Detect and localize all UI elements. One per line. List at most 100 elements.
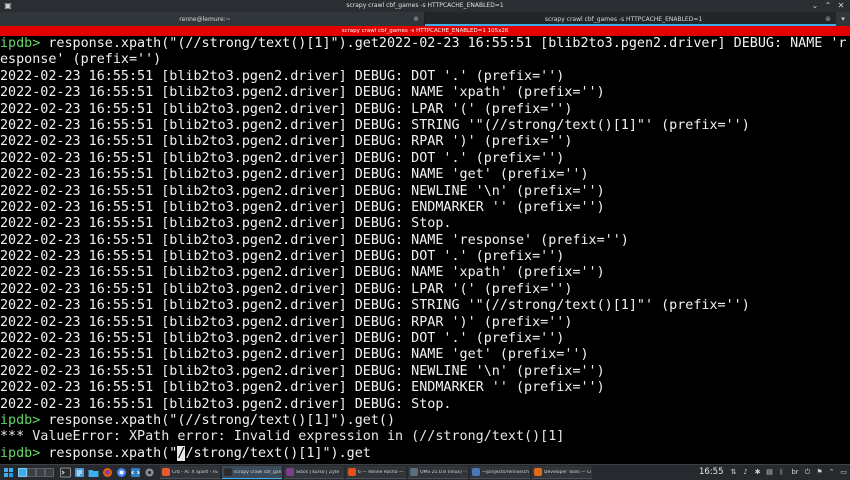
clipboard-icon[interactable]: ▤ [765, 468, 774, 477]
notifications-icon[interactable]: ⚑ [815, 468, 824, 477]
log-text: 2022-02-23 16:55:51 [blib2to3.pgen2.driv… [0, 150, 565, 166]
error-text: *** ValueError: XPath error: Invalid exp… [0, 429, 565, 445]
log-text: 2022-02-23 16:55:51 [blib2to3.pgen2.driv… [0, 232, 629, 248]
text-editor-icon[interactable] [74, 467, 85, 478]
terminal-line: 2022-02-23 16:55:51 [blib2to3.pgen2.driv… [0, 298, 850, 314]
task-label: Crb - Al. X Sport - FE - SE... [172, 470, 219, 475]
log-text: 2022-02-23 16:55:51 [blib2to3.pgen2.driv… [0, 281, 573, 297]
terminal-line: 2022-02-23 16:55:51 [blib2to3.pgen2.driv… [0, 315, 850, 331]
taskbar-task[interactable]: Crb - Al. X Sport - FE - SE... [160, 466, 220, 479]
terminal-status-bar: scrapy crawl cbf_games -s HTTPCACHE_ENAB… [0, 26, 850, 36]
task-app-icon [286, 468, 294, 476]
prompt-label: ipdb> [0, 445, 41, 461]
task-app-icon [410, 468, 418, 476]
window-titlebar: ▣ scrapy crawl cbf_games -s HTTPCACHE_EN… [0, 0, 850, 12]
task-app-icon [224, 468, 232, 476]
network-icon[interactable]: ⇅ [729, 468, 738, 477]
log-text: 2022-02-23 16:55:51 [blib2to3.pgen2.driv… [0, 85, 605, 101]
log-text: 2022-02-23 16:55:51 [blib2to3.pgen2.driv… [0, 68, 565, 84]
window-title: scrapy crawl cbf_games -s HTTPCACHE_ENAB… [346, 2, 504, 9]
log-text: 2022-02-23 16:55:51 [blib2to3.pgen2.driv… [0, 396, 452, 412]
code-editor-icon[interactable] [130, 467, 141, 478]
terminal-line: 2022-02-23 16:55:51 [blib2to3.pgen2.driv… [0, 282, 850, 298]
tab-close-icon[interactable]: ⊗ [825, 15, 831, 23]
command-text: response.xpath("(//strong/text()[1]").ge… [40, 36, 847, 51]
terminal-line: 2022-02-23 16:55:51 [blib2to3.pgen2.driv… [0, 265, 850, 281]
terminal-output[interactable]: ipdb> response.xpath("(//strong/text()[1… [0, 36, 850, 464]
log-text: 2022-02-23 16:55:51 [blib2to3.pgen2.driv… [0, 363, 605, 379]
tab-menu-icon[interactable]: ▾ [838, 14, 848, 24]
terminal-line: 2022-02-23 16:55:51 [blib2to3.pgen2.driv… [0, 380, 850, 396]
close-icon[interactable]: ✕ [836, 1, 846, 11]
terminal-line: 2022-02-23 16:55:51 [blib2to3.pgen2.driv… [0, 85, 850, 101]
minimize-icon[interactable]: ⌄ [810, 1, 820, 11]
task-label: scrapy crawl cbf_games -... [234, 470, 281, 475]
terminal-line: 2022-02-23 16:55:51 [blib2to3.pgen2.driv… [0, 331, 850, 347]
task-label: Slack | kurso | Zyte [296, 470, 340, 475]
log-text: 2022-02-23 16:55:51 [blib2to3.pgen2.driv… [0, 331, 565, 347]
terminal-status-text: scrapy crawl cbf_games -s HTTPCACHE_ENAB… [341, 28, 509, 34]
terminal-line: 2022-02-23 16:55:51 [blib2to3.pgen2.driv… [0, 200, 850, 216]
log-text: 2022-02-23 16:55:51 [blib2to3.pgen2.driv… [0, 249, 565, 265]
taskbar: Crb - Al. X Sport - FE - SE... scrapy cra… [0, 464, 850, 480]
log-text: 2022-02-23 16:55:51 [blib2to3.pgen2.driv… [0, 347, 589, 363]
keyboard-layout-indicator[interactable]: br [789, 468, 801, 477]
terminal-line: 2022-02-23 16:55:51 [blib2to3.pgen2.driv… [0, 397, 850, 413]
prompt-label: ipdb> [0, 412, 41, 428]
log-text: 2022-02-23 16:55:51 [blib2to3.pgen2.driv… [0, 101, 573, 117]
maximize-icon[interactable]: ⌃ [823, 1, 833, 11]
terminal-icon[interactable] [60, 467, 71, 478]
desktop-pager-icon[interactable] [18, 467, 56, 478]
terminal-input-line[interactable]: ipdb> response.xpath("//strong/text()[1]… [0, 445, 850, 462]
terminal-line: ipdb> response.xpath("(//strong/text()[1… [0, 413, 850, 429]
taskbar-task[interactable]: OMS 25.0.8 (linux) - Profil... [408, 466, 468, 479]
settings-icon[interactable] [144, 467, 155, 478]
slack-tray-icon[interactable]: ✱ [753, 468, 762, 477]
log-text: esponse' (prefix='') [0, 52, 162, 68]
terminal-line: 2022-02-23 16:55:51 [blib2to3.pgen2.driv… [0, 184, 850, 200]
tab-close-icon[interactable]: ⊗ [413, 15, 419, 23]
terminal-line: 2022-02-23 16:55:51 [blib2to3.pgen2.driv… [0, 216, 850, 232]
log-text: 2022-02-23 16:55:51 [blib2to3.pgen2.driv… [0, 134, 573, 150]
terminal-line: 2022-02-23 16:55:51 [blib2to3.pgen2.driv… [0, 347, 850, 363]
taskbar-task[interactable]: Slack | kurso | Zyte [284, 466, 344, 479]
tab-label: renne@lemure:~ [179, 16, 231, 23]
show-desktop-icon[interactable]: ▭ [839, 468, 848, 477]
tab-home-shell[interactable]: renne@lemure:~ ⊗ [0, 12, 425, 26]
chromium-icon[interactable] [116, 467, 127, 478]
browser-icon[interactable] [102, 467, 113, 478]
log-text: 2022-02-23 16:55:51 [blib2to3.pgen2.driv… [0, 265, 605, 281]
terminal-line: ipdb> response.xpath("(//strong/text()[1… [0, 36, 850, 52]
task-app-icon [348, 468, 356, 476]
tab-scrapy-crawl[interactable]: scrapy crawl cbf_games -s HTTPCACHE_ENAB… [425, 12, 836, 26]
task-label: OMS 25.0.8 (linux) - Profil... [420, 470, 467, 475]
input-after-cursor: /strong/text()[1]").get [185, 445, 371, 461]
terminal-line: 2022-02-23 16:55:51 [blib2to3.pgen2.driv… [0, 102, 850, 118]
taskbar-task[interactable]: scrapy crawl cbf_games -... [222, 466, 282, 479]
volume-icon[interactable]: ♪ [741, 468, 750, 477]
terminal-line: 2022-02-23 16:55:51 [blib2to3.pgen2.driv… [0, 134, 850, 150]
terminal-line: 2022-02-23 16:55:51 [blib2to3.pgen2.driv… [0, 167, 850, 183]
log-text: 2022-02-23 16:55:51 [blib2to3.pgen2.driv… [0, 314, 573, 330]
bluetooth-icon[interactable]: ᛒ [777, 468, 786, 477]
terminal-line: 2022-02-23 16:55:51 [blib2to3.pgen2.driv… [0, 151, 850, 167]
app-launcher-icon[interactable] [3, 467, 14, 478]
folder-icon[interactable] [88, 467, 99, 478]
log-text: 2022-02-23 16:55:51 [blib2to3.pgen2.driv… [0, 117, 750, 133]
log-text: 2022-02-23 16:55:51 [blib2to3.pgen2.driv… [0, 380, 605, 396]
power-icon[interactable]: ⏻ [803, 468, 812, 477]
task-app-icon [472, 468, 480, 476]
terminal-line: 2022-02-23 16:55:51 [blib2to3.pgen2.driv… [0, 118, 850, 134]
clock[interactable]: 16:55 [699, 467, 724, 477]
tab-label: scrapy crawl cbf_games -s HTTPCACHE_ENAB… [544, 16, 703, 23]
task-app-icon [534, 468, 542, 476]
log-text: 2022-02-23 16:55:51 [blib2to3.pgen2.driv… [0, 298, 750, 314]
taskbar-task[interactable]: ~/projects/renne/scha/s... [470, 466, 530, 479]
taskbar-task[interactable]: 6 — Renne Rocha — Mo... [346, 466, 406, 479]
log-text: 2022-02-23 16:55:51 [blib2to3.pgen2.driv… [0, 183, 605, 199]
taskbar-task[interactable]: Developer Tools — Crb... [532, 466, 592, 479]
log-text: 2022-02-23 16:55:51 [blib2to3.pgen2.driv… [0, 216, 452, 232]
terminal-lines: ipdb> response.xpath("(//strong/text()[1… [0, 36, 850, 446]
tray-expand-icon[interactable]: ⌃ [827, 468, 836, 477]
terminal-line: *** ValueError: XPath error: Invalid exp… [0, 429, 850, 445]
